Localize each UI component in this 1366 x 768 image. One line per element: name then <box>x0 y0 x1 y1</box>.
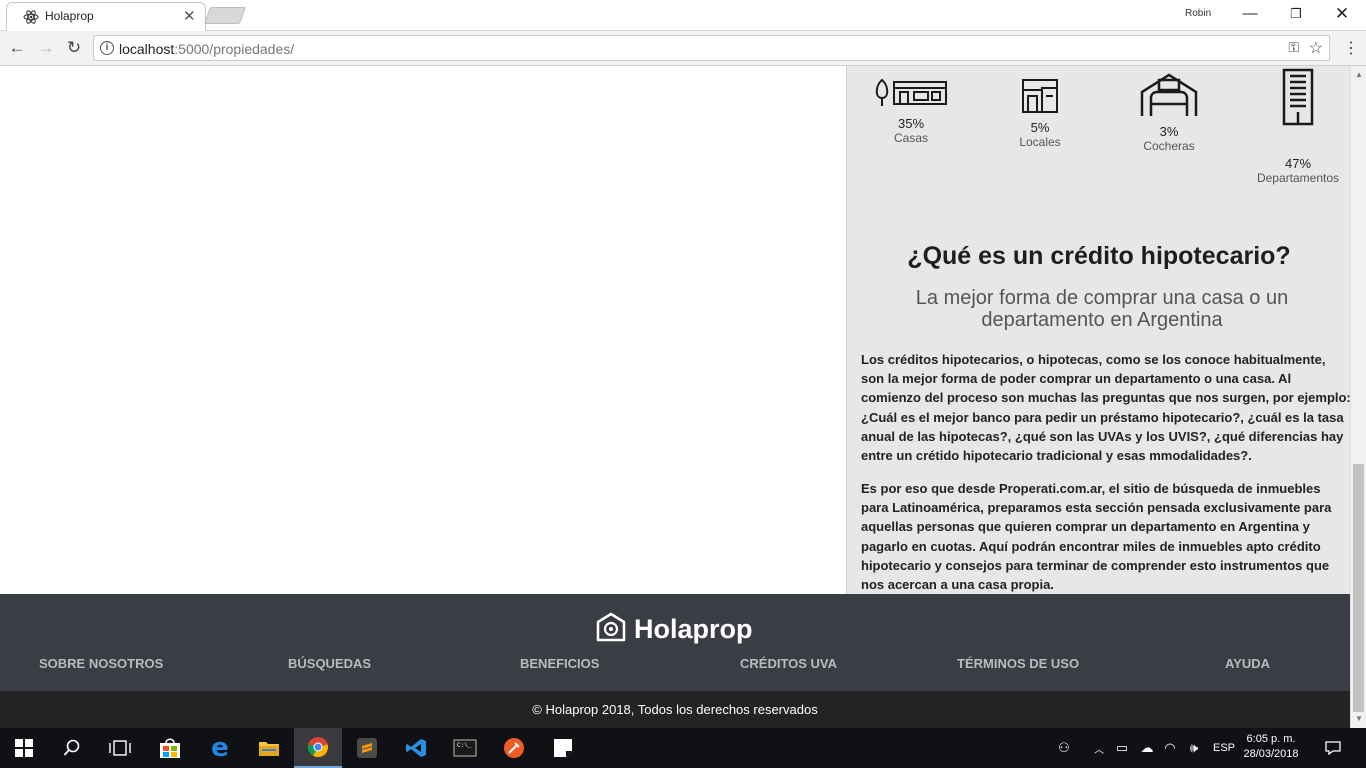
minimize-icon[interactable]: — <box>1227 0 1273 28</box>
credit-paragraph-1: Los créditos hipotecarios, o hipotecas, … <box>861 352 1350 464</box>
stat-percent: 47% <box>1284 156 1312 171</box>
wifi-icon[interactable]: ◠ <box>1160 728 1180 768</box>
scroll-down-icon[interactable]: ▼ <box>1351 712 1366 726</box>
footer-link-ayuda[interactable]: AYUDA <box>1225 656 1270 671</box>
stat-casas: 35% Casas <box>851 76 971 145</box>
vscode-icon[interactable] <box>392 728 440 768</box>
site-footer: Holaprop SOBRE NOSOTROS BÚSQUEDAS BENEFI… <box>0 594 1350 691</box>
volume-icon[interactable]: 🕪 <box>1184 728 1204 768</box>
people-icon[interactable]: ⚇ <box>1052 728 1076 768</box>
tab-close-icon[interactable]: ✕ <box>183 7 196 25</box>
windows-taskbar: e C:\_ ⚇ ︿ ▭ ☁ ◠ 🕪 ESP 6:05 p. m. 28/03/… <box>0 728 1366 768</box>
stat-label: Cocheras <box>1143 139 1195 153</box>
page-viewport: 35% Casas 5% Locales 3% Cocheras 47% Dep… <box>0 66 1350 728</box>
tab-title: Holaprop <box>45 9 94 23</box>
clock-time: 6:05 p. m. <box>1246 733 1296 745</box>
edge-icon[interactable]: e <box>196 728 244 768</box>
battery-icon[interactable]: ▭ <box>1112 728 1132 768</box>
new-tab-button[interactable] <box>203 7 247 24</box>
copyright: © Holaprop 2018, Todos los derechos rese… <box>0 691 1350 728</box>
credit-title: ¿Qué es un crédito hipotecario? <box>907 242 1291 270</box>
stat-locales: 5% Locales <box>980 76 1100 149</box>
address-bar[interactable]: i localhost:5000/propiedades/ ⚿ ☆ <box>93 35 1330 61</box>
stat-label: Casas <box>893 131 928 145</box>
footer-link-beneficios[interactable]: BENEFICIOS <box>520 656 599 671</box>
footer-link-sobre-nosotros[interactable]: SOBRE NOSOTROS <box>39 656 163 671</box>
browser-tab[interactable]: Holaprop ✕ <box>6 2 206 31</box>
page-scrollbar[interactable]: ▲ ▼ <box>1350 66 1366 728</box>
url-text[interactable]: localhost:5000/propiedades/ <box>119 41 294 57</box>
profile-name[interactable]: Robin <box>1185 8 1211 19</box>
forward-arrow-icon[interactable]: → <box>34 36 58 60</box>
footer-link-creditos-uva[interactable]: CRÉDITOS UVA <box>740 656 837 671</box>
clock-date: 28/03/2018 <box>1243 748 1299 760</box>
sticky-notes-icon[interactable] <box>539 728 587 768</box>
garage-icon <box>1140 73 1198 116</box>
bookmark-star-icon[interactable]: ☆ <box>1309 38 1323 58</box>
stat-label: Departamentos <box>1256 171 1340 185</box>
window-close-icon[interactable]: ✕ <box>1319 0 1365 28</box>
stat-cocheras: 3% Cocheras <box>1109 72 1229 153</box>
terminal-icon[interactable]: C:\_ <box>441 728 489 768</box>
browser-tab-strip: Holaprop ✕ Robin — ❐ ✕ <box>0 0 1366 31</box>
stat-percent: 5% <box>1030 120 1050 135</box>
browser-toolbar: ← → ↻ i localhost:5000/propiedades/ ⚿ ☆ … <box>0 31 1366 66</box>
credit-info-panel: 35% Casas 5% Locales 3% Cocheras 47% Dep… <box>846 66 1350 594</box>
credit-subtitle: La mejor forma de comprar una casa o un … <box>915 287 1289 331</box>
back-arrow-icon[interactable]: ← <box>5 36 29 60</box>
stat-label: Locales <box>1019 135 1061 149</box>
house-icon <box>875 78 947 106</box>
info-icon[interactable]: i <box>100 41 114 55</box>
svg-text:C:\_: C:\_ <box>457 742 472 749</box>
search-icon[interactable] <box>48 728 96 768</box>
building-icon <box>1282 68 1314 126</box>
footer-link-terminos[interactable]: TÉRMINOS DE USO <box>957 656 1079 671</box>
credit-paragraph-2: Es por eso que desde Properati.com.ar, e… <box>861 481 1332 593</box>
postman-icon[interactable] <box>490 728 538 768</box>
onedrive-icon[interactable]: ☁ <box>1136 728 1158 768</box>
tray-expand-icon[interactable]: ︿ <box>1090 728 1108 768</box>
start-icon[interactable] <box>0 728 48 768</box>
language-indicator[interactable]: ESP <box>1210 728 1238 768</box>
task-view-icon[interactable] <box>96 728 144 768</box>
property-stats: 35% Casas 5% Locales 3% Cocheras 47% Dep… <box>847 66 1350 196</box>
footer-brand-name: Holaprop <box>634 614 753 644</box>
stat-percent: 35% <box>897 116 925 131</box>
sublime-text-icon[interactable] <box>343 728 391 768</box>
footer-link-busquedas[interactable]: BÚSQUEDAS <box>288 656 371 671</box>
stat-percent: 3% <box>1159 124 1179 139</box>
action-center-icon[interactable] <box>1320 728 1346 768</box>
scroll-up-icon[interactable]: ▲ <box>1351 68 1366 82</box>
browser-menu-icon[interactable]: ⋮ <box>1341 37 1361 61</box>
file-explorer-icon[interactable] <box>245 728 293 768</box>
store-icon <box>1022 79 1058 113</box>
url-path: :5000/propiedades/ <box>174 41 295 57</box>
taskbar-clock[interactable]: 6:05 p. m. 28/03/2018 <box>1240 732 1302 762</box>
react-favicon-icon <box>23 10 39 24</box>
restore-icon[interactable]: ❐ <box>1273 0 1319 28</box>
url-host: localhost <box>119 41 175 57</box>
key-icon[interactable]: ⚿ <box>1288 39 1299 56</box>
store-app-icon[interactable] <box>146 728 194 768</box>
reload-icon[interactable]: ↻ <box>62 36 86 60</box>
stat-departamentos: 47% Departamentos <box>1238 68 1350 185</box>
scrollbar-thumb[interactable] <box>1353 464 1364 712</box>
holaprop-logo-icon <box>596 612 626 642</box>
chrome-icon[interactable] <box>294 728 342 768</box>
